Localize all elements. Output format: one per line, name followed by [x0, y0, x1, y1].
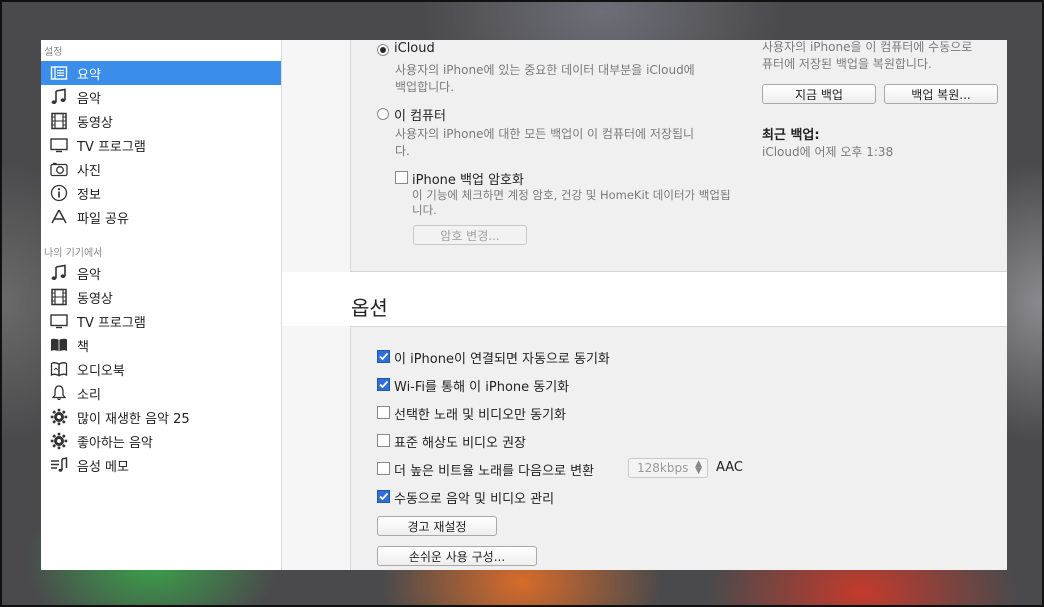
info-icon: [49, 183, 69, 203]
sidebar-item-device-books[interactable]: 책: [41, 333, 281, 357]
audiobook-icon: [49, 359, 69, 379]
apps-icon: [49, 207, 69, 227]
voice-memo-icon: [49, 455, 69, 475]
bell-icon: [49, 383, 69, 403]
main-content: iCloud 사용자의 iPhone에 있는 중요한 데이터 대부분을 iClo…: [282, 40, 1007, 570]
sidebar-item-music[interactable]: 음악: [41, 85, 281, 109]
sidebar-item-device-tv[interactable]: TV 프로그램: [41, 309, 281, 333]
sidebar-item-label: 정보: [77, 187, 101, 203]
sidebar-item-label: 좋아하는 음악: [77, 435, 153, 451]
configure-accessibility-button[interactable]: 손쉬운 사용 구성...: [377, 546, 537, 566]
gear-icon: [49, 407, 69, 427]
sidebar-item-device-audiobooks[interactable]: 오디오북: [41, 357, 281, 381]
sidebar-item-label: 파일 공유: [77, 211, 129, 227]
camera-icon: [49, 159, 69, 179]
sidebar-item-label: 음성 메모: [77, 459, 129, 475]
bitrate-format-label: AAC: [716, 460, 743, 475]
sidebar-item-device-movies[interactable]: 동영상: [41, 285, 281, 309]
music-note-icon: [49, 87, 69, 107]
tv-icon: [49, 135, 69, 155]
latest-backup-title: 최근 백업:: [762, 128, 820, 143]
sync-checked-only-checkbox[interactable]: [377, 406, 390, 419]
film-icon: [49, 287, 69, 307]
this-computer-radio[interactable]: [377, 108, 389, 120]
bitrate-select[interactable]: 128kbps ▲ ▼: [628, 458, 708, 478]
summary-icon: [49, 63, 69, 83]
icloud-description-line1: 사용자의 iPhone에 있는 중요한 데이터 대부분을 iCloud에: [395, 63, 695, 77]
sidebar-item-tv[interactable]: TV 프로그램: [41, 133, 281, 157]
sidebar-section-settings: 설정: [44, 47, 63, 58]
options-panel: 이 iPhone이 연결되면 자동으로 동기화 Wi-Fi를 통해 이 iPho…: [350, 326, 1007, 570]
sidebar-item-photos[interactable]: 사진: [41, 157, 281, 181]
sidebar-item-label: 책: [77, 339, 89, 355]
tv-icon: [49, 311, 69, 331]
sidebar-item-label: 음악: [77, 267, 101, 283]
sidebar-item-label: 요약: [77, 67, 101, 83]
encrypt-description-line1: 이 기능에 체크하면 계정 암호, 건강 및 HomeKit 데이터가 백업됩: [412, 188, 731, 202]
icloud-radio[interactable]: [377, 44, 389, 56]
options-header-band: [282, 272, 1007, 326]
gear-icon: [49, 431, 69, 451]
sidebar-item-label: TV 프로그램: [77, 315, 146, 331]
manual-manage-checkbox[interactable]: [377, 490, 390, 503]
restore-backup-button[interactable]: 백업 복원...: [884, 84, 998, 104]
icloud-label: iCloud: [394, 41, 435, 56]
sidebar-item-device-music[interactable]: 음악: [41, 261, 281, 285]
auto-sync-checkbox[interactable]: [377, 350, 390, 363]
prefer-sd-video-label: 표준 해상도 비디오 권장: [394, 436, 526, 451]
encrypt-backup-checkbox[interactable]: [395, 171, 408, 184]
options-title: 옵션: [351, 296, 388, 320]
book-icon: [49, 335, 69, 355]
this-computer-description-line1: 사용자의 iPhone에 대한 모든 백업이 이 컴퓨터에 저장됩니: [395, 127, 695, 141]
sidebar-item-label: 많이 재생한 음악 25: [77, 411, 190, 427]
music-note-icon: [49, 263, 69, 283]
background-frame: 설정 요약 음악 동영상 TV 프로그램 사진 정보 파일 공유 나의 기기에서…: [0, 0, 1044, 607]
this-computer-description-line2: 다.: [395, 144, 410, 158]
sidebar: 설정 요약 음악 동영상 TV 프로그램 사진 정보 파일 공유 나의 기기에서…: [41, 40, 282, 570]
itunes-window: 설정 요약 음악 동영상 TV 프로그램 사진 정보 파일 공유 나의 기기에서…: [41, 40, 1007, 570]
sidebar-section-device: 나의 기기에서: [44, 248, 103, 259]
sidebar-item-label: TV 프로그램: [77, 139, 146, 155]
manual-manage-label: 수동으로 음악 및 비디오 관리: [394, 492, 555, 507]
sidebar-item-device-favorites[interactable]: 좋아하는 음악: [41, 429, 281, 453]
sidebar-item-file-sharing[interactable]: 파일 공유: [41, 205, 281, 229]
sidebar-item-info[interactable]: 정보: [41, 181, 281, 205]
wifi-sync-checkbox[interactable]: [377, 378, 390, 391]
sidebar-item-device-top25[interactable]: 많이 재생한 음악 25: [41, 405, 281, 429]
sidebar-item-label: 소리: [77, 387, 101, 403]
manual-backup-description-line1: 사용자의 iPhone을 이 컴퓨터에 수동으로: [762, 40, 973, 54]
sync-checked-only-label: 선택한 노래 및 비디오만 동기화: [394, 408, 567, 423]
sidebar-item-label: 사진: [77, 163, 101, 179]
sidebar-item-device-tones[interactable]: 소리: [41, 381, 281, 405]
film-icon: [49, 111, 69, 131]
convert-bitrate-checkbox[interactable]: [377, 462, 390, 475]
sidebar-item-label: 동영상: [77, 291, 113, 307]
reset-warnings-button[interactable]: 경고 재설정: [377, 516, 497, 536]
sidebar-item-label: 음악: [77, 91, 101, 107]
manual-backup-description-line2: 퓨터에 저장된 백업을 복원합니다.: [762, 57, 932, 71]
icloud-description-line2: 백업합니다.: [395, 80, 455, 94]
chevron-updown-icon: ▲ ▼: [695, 459, 702, 476]
sidebar-item-label: 오디오북: [77, 363, 125, 379]
sidebar-item-device-voice-memos[interactable]: 음성 메모: [41, 453, 281, 477]
change-password-button[interactable]: 암호 변경...: [413, 225, 527, 245]
bitrate-select-value: 128kbps: [637, 461, 689, 475]
backup-panel: iCloud 사용자의 iPhone에 있는 중요한 데이터 대부분을 iClo…: [350, 40, 1007, 272]
sidebar-item-movies[interactable]: 동영상: [41, 109, 281, 133]
prefer-sd-video-checkbox[interactable]: [377, 434, 390, 447]
wifi-sync-label: Wi-Fi를 통해 이 iPhone 동기화: [394, 380, 570, 395]
latest-backup-value: iCloud에 어제 오후 1:38: [762, 145, 894, 159]
sidebar-item-label: 동영상: [77, 115, 113, 131]
this-computer-label: 이 컴퓨터: [394, 109, 446, 124]
backup-now-button[interactable]: 지금 백업: [762, 84, 876, 104]
convert-bitrate-label: 더 높은 비트율 노래를 다음으로 변환: [394, 464, 595, 479]
encrypt-description-line2: 니다.: [412, 203, 437, 217]
auto-sync-label: 이 iPhone이 연결되면 자동으로 동기화: [394, 352, 610, 367]
sidebar-item-summary[interactable]: 요약: [41, 61, 281, 85]
